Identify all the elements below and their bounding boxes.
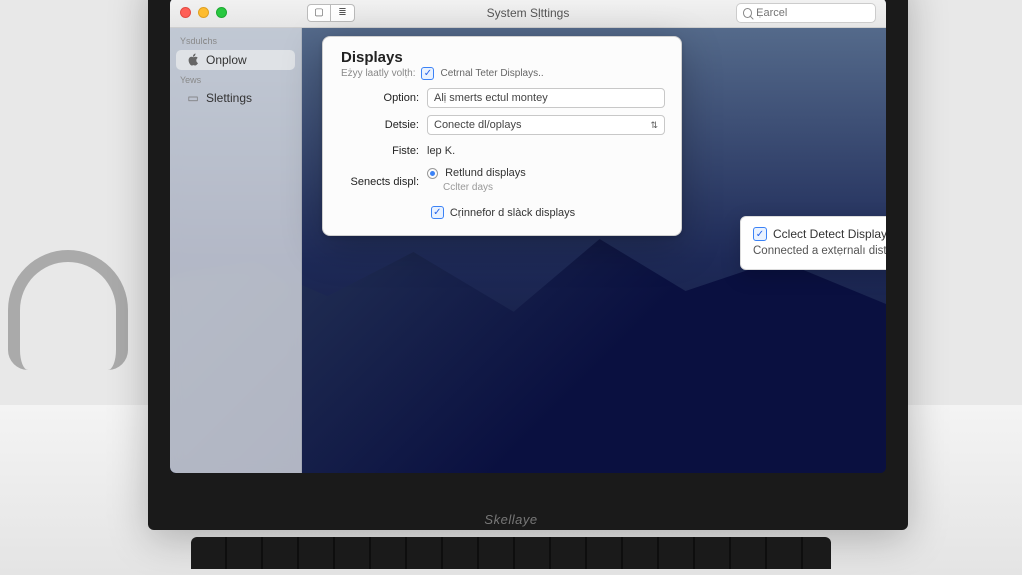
callout-body: Connected a extẹrnalı distways. xyxy=(753,245,886,257)
row-label: Fiste: xyxy=(341,145,419,157)
sidebar-item-label: Onplow xyxy=(206,53,247,67)
row-detsic: Detsie: Conecte dl/oplays ⇅ xyxy=(341,115,665,135)
zoom-icon[interactable] xyxy=(216,7,227,18)
toolbar-segmented: ▢ ≣ xyxy=(307,4,355,22)
bottom-check-label: Cṛinnefor d slàck displays xyxy=(450,207,575,219)
panel-subtitle-row: Eżyy laatly volṭh: ✓ Cetrnal Teter Displ… xyxy=(341,67,665,80)
row-senects: Senects displ: Retlund displays Cclter d… xyxy=(341,167,665,196)
select-value: Conecte dl/oplays xyxy=(434,119,521,131)
row-label: Detsie: xyxy=(341,119,419,131)
laptop-frame: ▢ ≣ System Sḷttings Ysdulⅽhs xyxy=(148,0,908,530)
settings-window: ▢ ≣ System Sḷttings Ysdulⅽhs xyxy=(170,0,886,473)
subrow-label: Eżyy laatly volṭh: xyxy=(341,68,415,79)
close-icon[interactable] xyxy=(180,7,191,18)
detsic-select[interactable]: Conecte dl/oplays ⇅ xyxy=(427,115,665,135)
search-icon xyxy=(743,8,752,18)
bottom-check-row[interactable]: ✓ Cṛinnefor d slàck displays xyxy=(341,206,665,219)
detect-displays-callout: ✓ Cclect Detect Displays: Connected a ex… xyxy=(740,216,886,270)
sidebar-section-label: Yews xyxy=(170,71,301,87)
sidebar-section-label: Ysdulⅽhs xyxy=(170,32,301,49)
toolbar-forward-button[interactable]: ≣ xyxy=(331,4,355,22)
headphones-prop xyxy=(8,250,128,370)
folder-icon: ▭ xyxy=(186,91,200,105)
callout-header: ✓ Cclect Detect Displays: xyxy=(753,227,886,241)
panel-title: Displays xyxy=(341,49,665,66)
row-label: Option: xyxy=(341,92,419,104)
sidebar-item-onplow[interactable]: Onplow xyxy=(176,50,295,70)
radio-option-2-sub: Cclter days xyxy=(427,182,665,193)
fiste-value: lep K. xyxy=(427,142,455,160)
titlebar: ▢ ≣ System Sḷttings xyxy=(170,0,886,28)
radio-label: Retlund displays xyxy=(445,167,526,179)
window-controls xyxy=(180,7,227,18)
keyboard-keys xyxy=(191,537,831,569)
radio-icon xyxy=(427,168,438,179)
apple-icon xyxy=(186,53,200,67)
subrow-checkbox[interactable]: ✓ xyxy=(421,67,434,80)
sidebar-item-slettings[interactable]: ▭ Slettings xyxy=(176,88,295,108)
row-option: Option: Alị smerts ectul montey xyxy=(341,88,665,108)
row-label: Senects displ: xyxy=(341,176,419,188)
row-fiste: Fiste: lep K. xyxy=(341,142,665,160)
grid-icon: ≣ xyxy=(338,7,346,18)
sidebar: Ysdulⅽhs Onplow Yews ▭ Slettings xyxy=(170,28,302,473)
option-value: Alị smerts ectul montey xyxy=(434,92,548,104)
senects-radio-group: Retlund displays Cclter days xyxy=(427,167,665,196)
screen: ▢ ≣ System Sḷttings Ysdulⅽhs xyxy=(170,0,886,473)
callout-checkbox[interactable]: ✓ xyxy=(753,227,767,241)
sidebar-item-label: Slettings xyxy=(206,91,252,105)
bottom-checkbox[interactable]: ✓ xyxy=(431,206,444,219)
displays-panel: Displays Eżyy laatly volṭh: ✓ Cetrnal Te… xyxy=(322,36,682,236)
chevron-updown-icon: ⇅ xyxy=(650,120,658,131)
minimize-icon[interactable] xyxy=(198,7,209,18)
radio-option-1[interactable]: Retlund displays xyxy=(427,167,665,179)
laptop-brand: Skellaye xyxy=(484,512,537,527)
subrow-checkbox-label: Cetrnal Teter Displays.. xyxy=(440,68,543,79)
callout-title: Cclect Detect Displays: xyxy=(773,227,886,241)
search-input[interactable] xyxy=(756,7,869,19)
option-input[interactable]: Alị smerts ectul montey xyxy=(427,88,665,108)
search-field[interactable] xyxy=(736,3,876,23)
sidebar-toggle-icon: ▢ xyxy=(314,7,323,18)
toolbar-back-button[interactable]: ▢ xyxy=(307,4,331,22)
